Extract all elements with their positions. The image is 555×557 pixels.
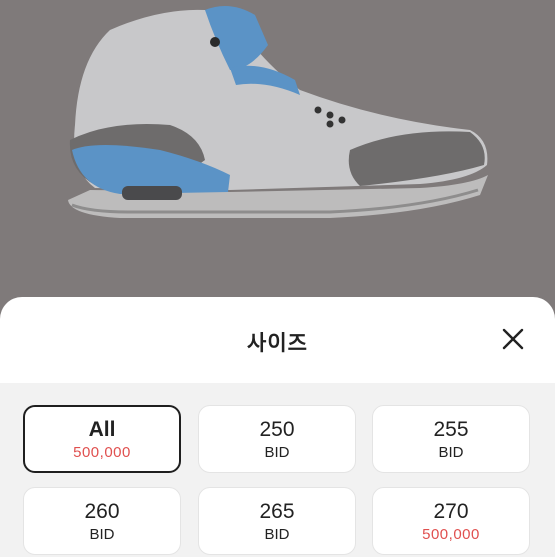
size-label: 265 [259, 500, 295, 523]
size-price: 500,000 [422, 526, 480, 543]
size-label: 270 [433, 500, 469, 523]
size-label: 255 [433, 418, 469, 441]
size-label: 250 [259, 418, 295, 441]
size-price: 500,000 [73, 444, 131, 461]
size-option-260[interactable]: 260 BID [23, 487, 181, 555]
size-option-255[interactable]: 255 BID [372, 405, 530, 473]
size-option-250[interactable]: 250 BID [198, 405, 356, 473]
size-option-270[interactable]: 270 500,000 [372, 487, 530, 555]
size-bid-label: BID [264, 526, 290, 543]
close-button[interactable] [501, 327, 525, 351]
product-image-backdrop [0, 0, 555, 300]
size-bid-label: BID [438, 444, 464, 461]
size-bid-label: BID [89, 526, 115, 543]
size-bottom-sheet: 사이즈 All 500,000 250 BID 255 BID 260 BID … [0, 297, 555, 557]
sheet-title: 사이즈 [247, 332, 308, 355]
size-option-all[interactable]: All 500,000 [23, 405, 181, 473]
close-icon [502, 328, 524, 350]
size-grid: All 500,000 250 BID 255 BID 260 BID 265 … [0, 383, 555, 557]
size-label: 260 [84, 500, 120, 523]
size-label: All [88, 418, 116, 441]
sheet-header: 사이즈 [0, 297, 555, 383]
size-option-265[interactable]: 265 BID [198, 487, 356, 555]
size-bid-label: BID [264, 444, 290, 461]
sneaker-image [68, 6, 488, 218]
